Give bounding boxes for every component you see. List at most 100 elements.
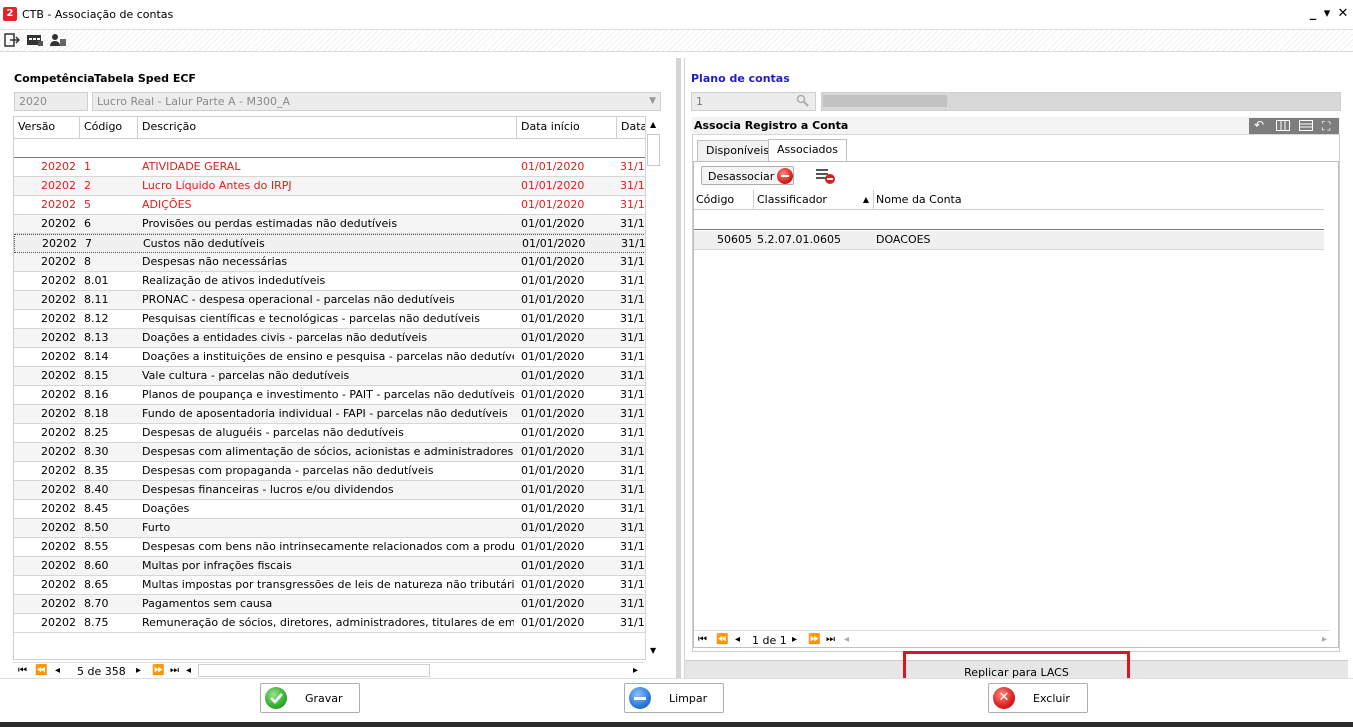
remove-list-icon[interactable]: [815, 167, 837, 188]
cell-descricao: Doações a instituições de ensino e pesqu…: [142, 350, 514, 363]
cell-versao: 20202: [41, 198, 76, 211]
cell-codigo: 2: [84, 179, 91, 192]
table-row[interactable]: 20202 8.30 Despesas com alimentação de sóc…: [14, 443, 646, 462]
next-page-icon[interactable]: ▸: [792, 634, 797, 645]
limpar-button[interactable]: Limpar: [624, 683, 724, 713]
column-header-data-fim[interactable]: Data: [617, 117, 647, 139]
vertical-scrollbar[interactable]: ▲ ▼: [645, 116, 661, 660]
next-block-icon[interactable]: ⏩: [152, 665, 164, 676]
cell-fim: 31/12: [620, 198, 646, 211]
table-row[interactable]: 20202 6 Provisões ou perdas estimadas não …: [14, 215, 646, 234]
chevron-down-icon[interactable]: ▼: [649, 95, 656, 108]
close-button[interactable]: ✕: [1335, 6, 1351, 22]
cell-versao: 20202: [41, 255, 76, 268]
last-page-icon[interactable]: ⏭: [826, 634, 835, 645]
table-row[interactable]: 20202 8.50 Furto 01/01/2020 31/12: [14, 519, 646, 538]
plano-description-field[interactable]: [821, 92, 1341, 111]
cell-versao: 20202: [41, 179, 76, 192]
toolbar: [0, 30, 1353, 52]
scroll-up-icon[interactable]: ▲: [650, 120, 656, 129]
scroll-left-icon[interactable]: ◂: [186, 665, 191, 676]
panel-splitter[interactable]: [676, 58, 681, 678]
card-icon[interactable]: [26, 33, 43, 47]
table-row[interactable]: 20202 8.14 Doações a instituições de ensin…: [14, 348, 646, 367]
table-row[interactable]: 20202 8.12 Pesquisas científicas e tecnoló…: [14, 310, 646, 329]
columns-icon[interactable]: [1276, 120, 1290, 134]
column-header-classificador[interactable]: Classificador ▲: [754, 190, 874, 210]
table-row[interactable]: 20202 8.16 Planos de poupança e investimen…: [14, 386, 646, 405]
prev-block-icon[interactable]: ⏪: [35, 665, 47, 676]
table-row[interactable]: 20202 8.18 Fundo de aposentadoria individu…: [14, 405, 646, 424]
cell-inicio: 01/01/2020: [521, 502, 585, 515]
scroll-right-icon[interactable]: ▸: [1322, 634, 1327, 645]
table-row[interactable]: 20202 7 Custos não dedutíveis 01/01/2020 31/…: [14, 234, 647, 253]
scroll-left-icon[interactable]: ◂: [844, 634, 849, 645]
table-row[interactable]: 20202 8.01 Realização de ativos indedutíve…: [14, 272, 646, 291]
desassociar-label: Desassociar: [708, 170, 775, 183]
cell-fim: 31/12: [620, 217, 646, 230]
prev-page-icon[interactable]: ◂: [55, 665, 60, 676]
exit-icon[interactable]: [4, 33, 21, 47]
table-row[interactable]: 20202 8.15 Vale cultura - parcelas não ded…: [14, 367, 646, 386]
table-row[interactable]: 50605 5.2.07.01.0605 DOACOES: [694, 231, 1324, 250]
first-page-icon[interactable]: ⏮: [18, 665, 27, 676]
cell-versao: 20202: [41, 578, 76, 591]
table-row[interactable]: 20202 8.45 Doações 01/01/2020 31/12: [14, 500, 646, 519]
next-block-icon[interactable]: ⏩: [808, 634, 820, 645]
tabela-select-value: Lucro Real - Lalur Parte A - M300_A: [97, 95, 291, 108]
cell-descricao: Furto: [142, 521, 171, 534]
table-row[interactable]: 20202 8.13 Doações a entidades civis - par…: [14, 329, 646, 348]
restore-button[interactable]: ▾: [1319, 6, 1335, 22]
column-header-codigo[interactable]: Código: [80, 117, 138, 139]
cell-codigo: 8: [84, 255, 91, 268]
table-row[interactable]: 20202 5 ADIÇÕES 01/01/2020 31/12: [14, 196, 646, 215]
minus-icon: [629, 687, 651, 709]
plano-input[interactable]: 1: [691, 92, 816, 111]
gravar-button[interactable]: Gravar: [260, 683, 360, 713]
scroll-down-icon[interactable]: ▼: [650, 646, 656, 655]
filter-row[interactable]: [14, 139, 646, 158]
fullscreen-icon[interactable]: ⛶: [1322, 119, 1330, 134]
prev-page-icon[interactable]: ◂: [735, 634, 740, 645]
column-header-nome-conta[interactable]: Nome da Conta: [874, 190, 1324, 210]
table-row[interactable]: 20202 8.55 Despesas com bens não intrinsec…: [14, 538, 646, 557]
first-page-icon[interactable]: ⏮: [698, 634, 707, 645]
column-header-codigo[interactable]: Código: [694, 190, 754, 210]
cell-versao: 20202: [41, 597, 76, 610]
table-row[interactable]: 20202 8.65 Multas impostas por transgressõ…: [14, 576, 646, 595]
tabela-select[interactable]: Lucro Real - Lalur Parte A - M300_A ▼: [92, 92, 661, 111]
tab-associados[interactable]: Associados: [768, 139, 848, 162]
cell-fim: 31/12: [620, 331, 646, 344]
excluir-button[interactable]: ✕ Excluir: [988, 683, 1088, 713]
undo-icon[interactable]: ↶: [1254, 118, 1264, 132]
tab-disponiveis[interactable]: Disponíveis: [697, 140, 779, 162]
search-icon[interactable]: [796, 94, 809, 110]
column-header-versao[interactable]: Versão: [14, 117, 80, 139]
horizontal-scroll-thumb[interactable]: [198, 664, 430, 677]
table-row[interactable]: 20202 8.60 Multas por infrações fiscais 01/…: [14, 557, 646, 576]
column-header-descricao[interactable]: Descrição: [138, 117, 517, 139]
cell-codigo: 1: [84, 160, 91, 173]
table-row[interactable]: 20202 2 Lucro Líquido Antes do IRPJ 01/01/2…: [14, 177, 646, 196]
prev-block-icon[interactable]: ⏪: [716, 634, 728, 645]
table-row[interactable]: 20202 8.25 Despesas de aluguéis - parcelas…: [14, 424, 646, 443]
competencia-field[interactable]: 2020: [14, 92, 88, 111]
next-page-icon[interactable]: ▸: [136, 665, 141, 676]
desassociar-button[interactable]: Desassociar: [701, 166, 794, 185]
table-row[interactable]: 20202 8 Despesas não necessárias 01/01/2020…: [14, 253, 646, 272]
last-page-icon[interactable]: ⏭: [170, 665, 179, 676]
table-row[interactable]: 20202 8.35 Despesas com propaganda - parce…: [14, 462, 646, 481]
scroll-thumb[interactable]: [647, 134, 660, 166]
table-row[interactable]: 20202 8.75 Remuneração de sócios, diretore…: [14, 614, 646, 633]
scroll-right-icon[interactable]: ▸: [633, 665, 638, 676]
table-row[interactable]: 20202 8.70 Pagamentos sem causa 01/01/2020 3…: [14, 595, 646, 614]
cell-descricao: ATIVIDADE GERAL: [142, 160, 241, 173]
users-icon[interactable]: [49, 33, 66, 47]
column-header-data-inicio[interactable]: Data início: [517, 117, 617, 139]
table-row[interactable]: 20202 1 ATIVIDADE GERAL 01/01/2020 31/12: [14, 158, 646, 177]
assoc-filter-row[interactable]: [694, 212, 1324, 230]
table-row[interactable]: 20202 8.11 PRONAC - despesa operacional - …: [14, 291, 646, 310]
cell-inicio: 01/01/2020: [521, 388, 585, 401]
rows-icon[interactable]: [1299, 120, 1313, 134]
table-row[interactable]: 20202 8.40 Despesas financeiras - lucros e…: [14, 481, 646, 500]
